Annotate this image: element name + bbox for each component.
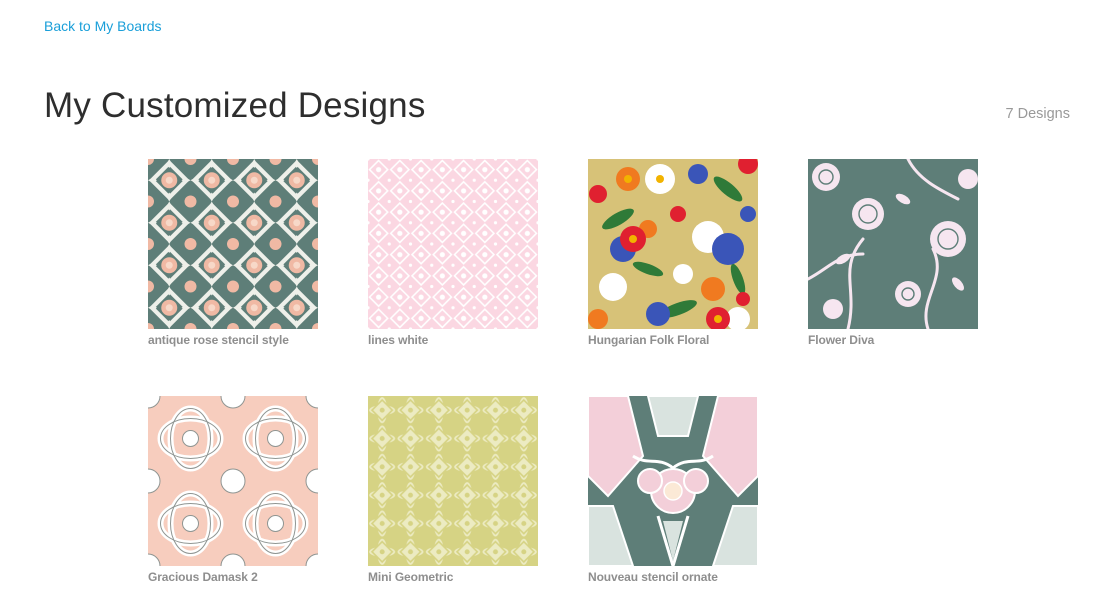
design-thumbnail-flower-diva[interactable] (808, 159, 978, 329)
design-thumbnail-lines-white[interactable] (368, 159, 538, 329)
design-name[interactable]: Gracious Damask 2 (148, 570, 318, 584)
design-name[interactable]: lines white (368, 333, 538, 347)
design-name[interactable]: Flower Diva (808, 333, 978, 347)
design-thumbnail-gracious-damask[interactable] (148, 396, 318, 566)
design-card-nouveau-stencil-ornate[interactable]: Nouveau stencil ornate (588, 396, 758, 584)
design-thumbnail-mini-geometric[interactable] (368, 396, 538, 566)
design-card-gracious-damask-2[interactable]: Gracious Damask 2 (148, 396, 318, 584)
design-name[interactable]: antique rose stencil style (148, 333, 318, 347)
design-grid: antique rose stencil style lines white H… (148, 159, 988, 584)
design-card-antique-rose-stencil-style[interactable]: antique rose stencil style (148, 159, 318, 347)
design-count: 7 Designs (1005, 106, 1070, 122)
design-name[interactable]: Mini Geometric (368, 570, 538, 584)
design-name[interactable]: Nouveau stencil ornate (588, 570, 758, 584)
back-to-boards-link[interactable]: Back to My Boards (44, 18, 162, 34)
design-card-mini-geometric[interactable]: Mini Geometric (368, 396, 538, 584)
design-thumbnail-hungarian-folk-floral[interactable] (588, 159, 758, 329)
design-card-hungarian-folk-floral[interactable]: Hungarian Folk Floral (588, 159, 758, 347)
page-title: My Customized Designs (44, 86, 426, 125)
design-name[interactable]: Hungarian Folk Floral (588, 333, 758, 347)
design-thumbnail-antique-rose[interactable] (148, 159, 318, 329)
design-card-flower-diva[interactable]: Flower Diva (808, 159, 978, 347)
design-card-lines-white[interactable]: lines white (368, 159, 538, 347)
design-thumbnail-nouveau-stencil[interactable] (588, 396, 758, 566)
